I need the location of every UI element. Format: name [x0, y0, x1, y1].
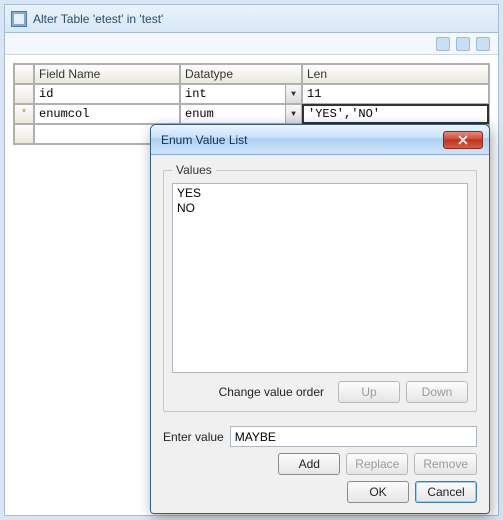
cell-datatype-value: enum — [185, 107, 214, 121]
toolbar-icon-3[interactable] — [476, 37, 490, 51]
toolbar-icon-2[interactable] — [456, 37, 470, 51]
dialog-title: Enum Value List — [161, 133, 248, 147]
cell-datatype-value: int — [185, 87, 207, 101]
window-title: Alter Table 'etest' in 'test' — [33, 12, 163, 26]
chevron-down-icon[interactable]: ▼ — [285, 85, 301, 103]
values-group: Values YES NO Change value order Up Down — [163, 163, 477, 412]
enter-row: Enter value — [163, 426, 477, 447]
table-icon — [11, 11, 27, 27]
col-header-len[interactable]: Len — [302, 64, 489, 84]
down-button[interactable]: Down — [406, 381, 468, 403]
remove-button[interactable]: Remove — [414, 453, 477, 475]
cancel-button[interactable]: Cancel — [415, 481, 477, 503]
ok-button[interactable]: OK — [347, 481, 409, 503]
table-row[interactable]: id int ▼ 11 — [14, 84, 489, 104]
close-button[interactable] — [443, 131, 483, 149]
cell-fieldname[interactable]: id — [34, 84, 180, 104]
col-header-datatype[interactable]: Datatype — [180, 64, 302, 84]
cell-datatype[interactable]: enum ▼ — [180, 104, 302, 124]
row-handle-header — [14, 64, 34, 84]
add-button[interactable]: Add — [278, 453, 340, 475]
values-legend: Values — [172, 163, 216, 177]
enter-value-input[interactable] — [230, 426, 477, 447]
row-marker[interactable] — [14, 124, 34, 144]
cell-datatype[interactable]: int ▼ — [180, 84, 302, 104]
row-marker[interactable] — [14, 84, 34, 104]
dialog-title-bar[interactable]: Enum Value List — [151, 125, 489, 155]
values-listbox[interactable]: YES NO — [172, 183, 468, 373]
grid-header-row: Field Name Datatype Len — [14, 64, 489, 84]
toolbar — [5, 33, 498, 55]
enter-value-label: Enter value — [163, 430, 224, 444]
dialog-footer: OK Cancel — [163, 475, 477, 503]
cell-fieldname[interactable]: enumcol — [34, 104, 180, 124]
toolbar-icon-1[interactable] — [436, 37, 450, 51]
title-bar: Alter Table 'etest' in 'test' — [5, 5, 498, 33]
replace-button[interactable]: Replace — [346, 453, 408, 475]
close-icon — [458, 135, 468, 145]
order-row: Change value order Up Down — [172, 381, 468, 403]
list-item[interactable]: NO — [177, 201, 463, 216]
enum-value-list-dialog: Enum Value List Values YES NO Change val… — [150, 124, 490, 514]
edit-buttons-row: Add Replace Remove — [163, 453, 477, 475]
cell-len-selected[interactable]: 'YES','NO' — [302, 104, 489, 124]
chevron-down-icon[interactable]: ▼ — [285, 105, 301, 123]
list-item[interactable]: YES — [177, 186, 463, 201]
dialog-body: Values YES NO Change value order Up Down… — [151, 155, 489, 513]
row-marker[interactable]: * — [14, 104, 34, 124]
up-button[interactable]: Up — [338, 381, 400, 403]
col-header-fieldname[interactable]: Field Name — [34, 64, 180, 84]
change-order-label: Change value order — [172, 385, 332, 399]
table-row[interactable]: * enumcol enum ▼ 'YES','NO' — [14, 104, 489, 124]
cell-len[interactable]: 11 — [302, 84, 489, 104]
